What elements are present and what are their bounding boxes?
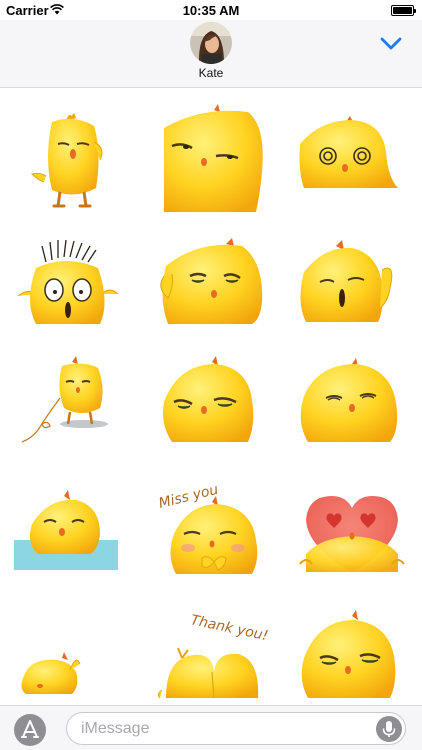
chevron-down-icon[interactable] [380, 37, 402, 51]
sticker-chick-content-smile[interactable] [290, 352, 414, 468]
sticker-chick-unimpressed[interactable] [152, 352, 276, 468]
sticker-chick-miss-you[interactable]: Miss you [152, 482, 276, 598]
sticker-chick-standing-side-eye[interactable] [14, 102, 138, 218]
sticker-chick-heart-eyes[interactable] [290, 482, 414, 598]
sticker-chick-thank-you-bow[interactable]: Thank you! [152, 590, 276, 706]
app-store-button[interactable] [14, 714, 46, 746]
sticker-chick-shocked-hair-up[interactable] [14, 232, 138, 348]
sticker-caption-thank-you: Thank you! [189, 612, 269, 644]
sticker-chick-dizzy-spiral-eyes[interactable] [290, 102, 414, 218]
clock: 10:35 AM [182, 3, 240, 18]
sticker-chick-floating-in-water[interactable] [0, 482, 124, 598]
contact-name[interactable]: Kate [0, 66, 422, 80]
sticker-chick-lying-down[interactable] [14, 590, 138, 706]
sticker-chick-whistling[interactable] [290, 232, 414, 348]
sticker-chick-scratching-head[interactable] [152, 232, 276, 348]
microphone-button[interactable] [376, 716, 402, 742]
battery-icon [391, 5, 416, 16]
status-bar: Carrier 10:35 AM [0, 0, 422, 20]
app-store-icon [21, 720, 39, 738]
sticker-chick-closeup-squint[interactable] [152, 102, 276, 218]
sticker-chick-sleepy-stare[interactable] [290, 590, 414, 706]
sticker-grid: Miss you Thank you! [0, 90, 422, 705]
message-placeholder: iMessage [81, 720, 150, 737]
message-input[interactable]: iMessage [66, 712, 406, 745]
sticker-chick-holding-string[interactable] [14, 352, 138, 468]
message-input-bar: iMessage [0, 705, 422, 750]
conversation-header: Kate [0, 20, 422, 88]
avatar[interactable] [190, 22, 232, 64]
battery-level [393, 7, 412, 14]
microphone-icon [382, 721, 396, 737]
